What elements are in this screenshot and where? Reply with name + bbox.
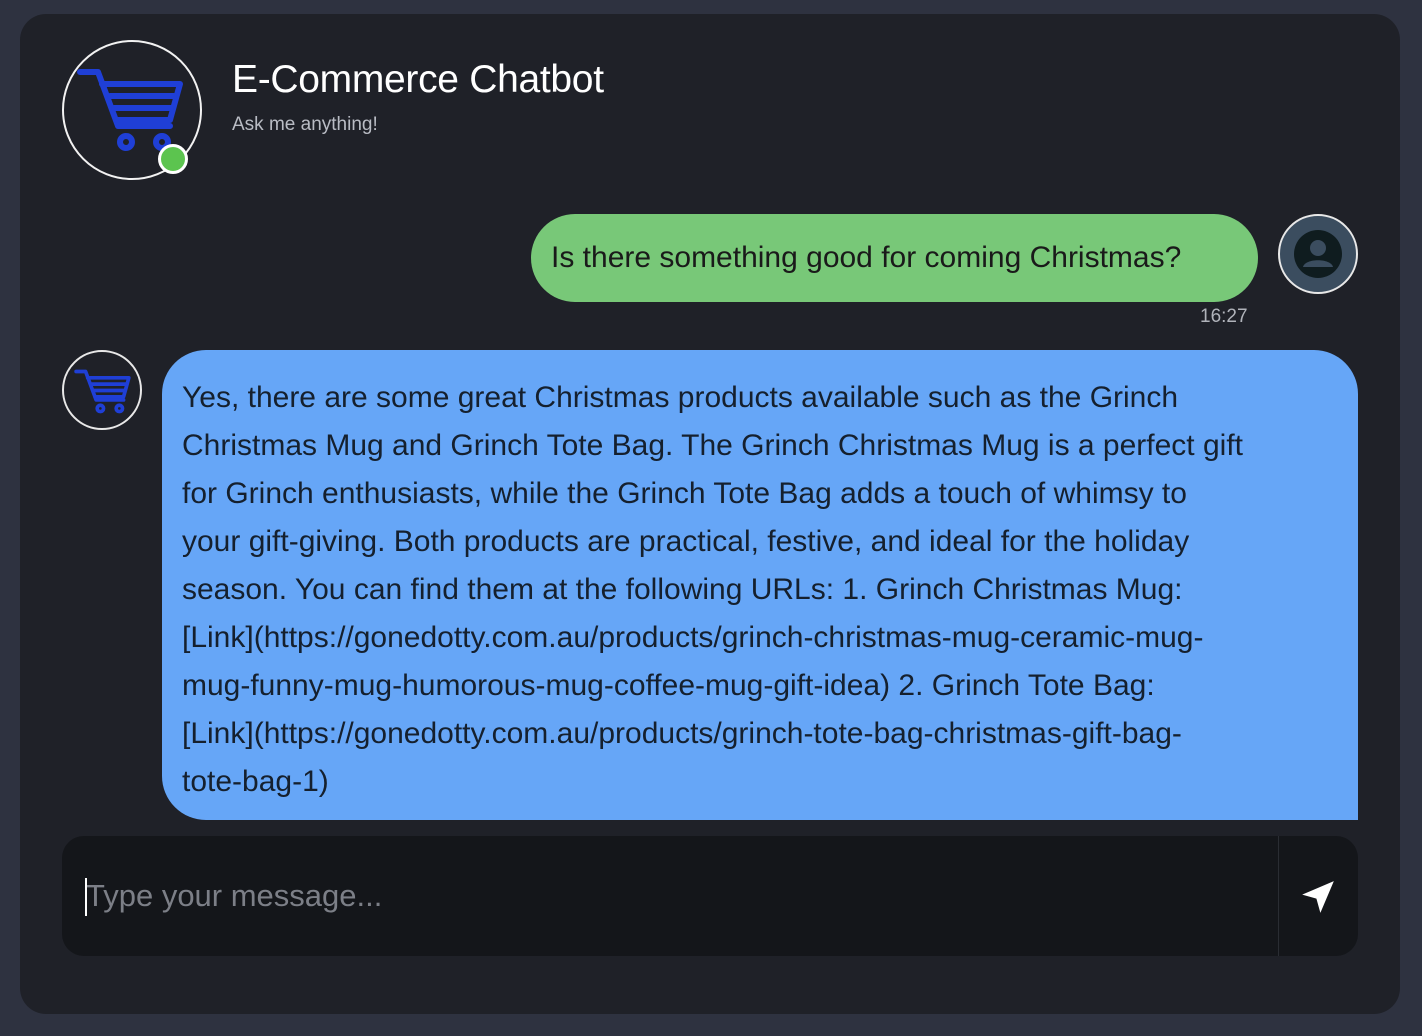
chat-window: E-Commerce Chatbot Ask me anything! Is t…: [20, 14, 1400, 1014]
bot-message-line: your gift-giving. Both products are prac…: [182, 525, 1190, 558]
bot-message-line: season. You can find them at the followi…: [182, 573, 1183, 606]
shopping-cart-icon: [74, 369, 131, 414]
bot-message-bubble: Yes, there are some great Christmas prod…: [162, 350, 1358, 820]
bot-logo: [62, 40, 202, 180]
text-caret: [85, 878, 87, 916]
user-avatar: [1278, 214, 1358, 294]
chat-subtitle: Ask me anything!: [232, 114, 378, 135]
bot-message-line: [Link](https://gonedotty.com.au/products…: [182, 621, 1204, 654]
message-input[interactable]: [62, 836, 1278, 956]
bot-message-line: Yes, there are some great Christmas prod…: [182, 381, 1179, 414]
bot-message-line: Christmas Mug and Grinch Tote Bag. The G…: [182, 429, 1243, 462]
chat-title: E-Commerce Chatbot: [232, 58, 604, 101]
shopping-cart-icon: [77, 69, 183, 151]
bot-avatar: [62, 350, 142, 430]
send-icon: [1302, 881, 1334, 913]
message-composer: [62, 836, 1358, 956]
send-button[interactable]: [1279, 836, 1358, 956]
bot-message-line: [Link](https://gonedotty.com.au/products…: [182, 717, 1182, 750]
message-timestamp: 16:27: [1200, 306, 1248, 327]
bot-message-line: mug-funny-mug-humorous-mug-coffee-mug-gi…: [182, 669, 1155, 702]
user-message-bubble: Is there something good for coming Chris…: [531, 214, 1258, 302]
chat-header: E-Commerce Chatbot Ask me anything!: [20, 14, 1400, 204]
bot-message-line: tote-bag-1): [182, 765, 329, 798]
user-icon: [1294, 230, 1342, 278]
online-status-indicator: [158, 144, 188, 174]
bot-message-line: for Grinch enthusiasts, while the Grinch…: [182, 477, 1187, 510]
